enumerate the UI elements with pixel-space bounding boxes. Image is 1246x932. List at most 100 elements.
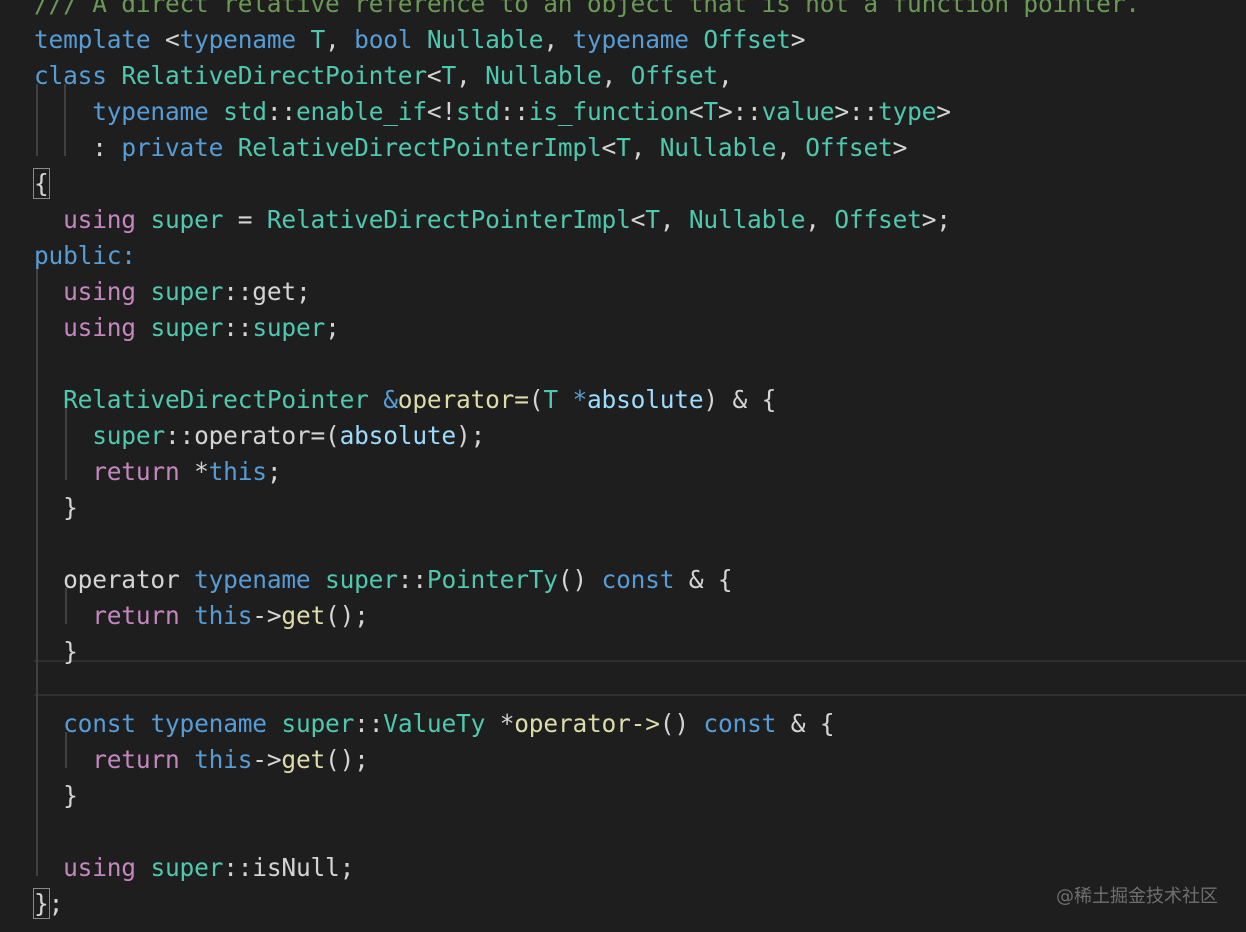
code-token: Nullable xyxy=(485,61,602,90)
code-token: , xyxy=(630,133,660,162)
code-token: super xyxy=(252,313,326,342)
code-token: typename xyxy=(179,25,297,54)
code-token: :: xyxy=(266,97,296,126)
code-token: & { xyxy=(776,709,835,738)
code-token: , xyxy=(659,205,689,234)
code-text: : private RelativeDirectPointerImpl<T, N… xyxy=(34,130,907,166)
code-token: } xyxy=(34,781,78,810)
code-token: () xyxy=(557,565,602,594)
code-token: class xyxy=(34,61,107,90)
code-text: using super::super; xyxy=(34,310,340,346)
code-token: <! xyxy=(426,97,456,126)
code-token: ; xyxy=(266,457,282,486)
code-token: operator-> xyxy=(514,709,660,738)
code-token: ValueTy xyxy=(383,709,486,738)
code-text: template <typename T, bool Nullable, typ… xyxy=(34,22,805,58)
code-token: using xyxy=(63,205,136,234)
code-token: const xyxy=(703,709,777,738)
code-text: RelativeDirectPointer &operator=(T *abso… xyxy=(34,382,776,418)
code-token: super xyxy=(150,277,224,306)
code-token: -> xyxy=(252,601,282,630)
code-token: { xyxy=(33,168,50,199)
code-token: RelativeDirectPointer xyxy=(63,385,369,414)
code-token: enable_if xyxy=(295,97,427,126)
code-text: super::operator=(absolute); xyxy=(34,418,485,454)
code-token: :: xyxy=(397,565,427,594)
code-token: /// A direct relative reference to an ob… xyxy=(34,0,1140,18)
watermark: @稀土掘金技术社区 xyxy=(1056,886,1218,907)
code-token: RelativeDirectPointerImpl xyxy=(266,205,631,234)
code-text: class RelativeDirectPointer<T, Nullable,… xyxy=(34,58,733,94)
code-token: Offset xyxy=(834,205,922,234)
code-token: ; xyxy=(325,313,340,342)
code-token: is_function xyxy=(528,97,689,126)
code-token: typename xyxy=(150,709,267,738)
code-token: const xyxy=(63,709,136,738)
code-token: using xyxy=(63,313,136,342)
code-text: }; xyxy=(33,886,63,922)
code-token: T xyxy=(645,205,660,234)
code-text: return this->get(); xyxy=(34,598,369,634)
code-token: , xyxy=(776,133,806,162)
code-token: super xyxy=(150,853,224,882)
code-token: (); xyxy=(325,601,369,630)
code-token: operator= xyxy=(397,385,529,414)
code-token: return xyxy=(92,745,180,774)
code-text: } xyxy=(34,490,78,526)
code-token: get xyxy=(281,601,326,630)
code-token: std xyxy=(223,97,267,126)
code-token: Offset xyxy=(703,25,791,54)
code-token: -> xyxy=(252,745,282,774)
code-editor[interactable]: /// A direct relative reference to an ob… xyxy=(0,0,1246,932)
code-token: } xyxy=(33,888,50,919)
code-token: > xyxy=(936,97,951,126)
code-token: , xyxy=(456,61,486,90)
code-token: ::operator=( xyxy=(164,421,340,450)
code-token: * xyxy=(179,457,209,486)
code-token: RelativeDirectPointer xyxy=(121,61,427,90)
code-text: } xyxy=(34,778,78,814)
code-token: super xyxy=(325,565,398,594)
code-token: using xyxy=(63,277,136,306)
code-token: this xyxy=(194,601,253,630)
code-token: ::get; xyxy=(223,277,311,306)
code-text: { xyxy=(33,166,50,202)
code-token: using xyxy=(63,853,136,882)
code-text: typename std::enable_if<!std::is_functio… xyxy=(34,94,951,130)
code-token: < xyxy=(601,133,617,162)
code-token: super xyxy=(150,205,224,234)
code-token: return xyxy=(92,601,180,630)
code-token: T xyxy=(441,61,457,90)
code-token: * xyxy=(572,385,587,414)
code-token: type xyxy=(878,97,937,126)
code-token: :: xyxy=(499,97,529,126)
code-token: > xyxy=(790,25,806,54)
code-token: std xyxy=(456,97,500,126)
code-text: } xyxy=(34,634,78,670)
code-token: : xyxy=(34,133,122,162)
code-token: :: xyxy=(223,313,253,342)
code-token: ) & { xyxy=(703,385,777,414)
code-token: absolute xyxy=(339,421,457,450)
code-token: this xyxy=(208,457,267,486)
code-token: , xyxy=(601,61,631,90)
code-token: Nullable xyxy=(659,133,777,162)
code-token: this xyxy=(194,745,253,774)
code-token: bool xyxy=(354,25,413,54)
